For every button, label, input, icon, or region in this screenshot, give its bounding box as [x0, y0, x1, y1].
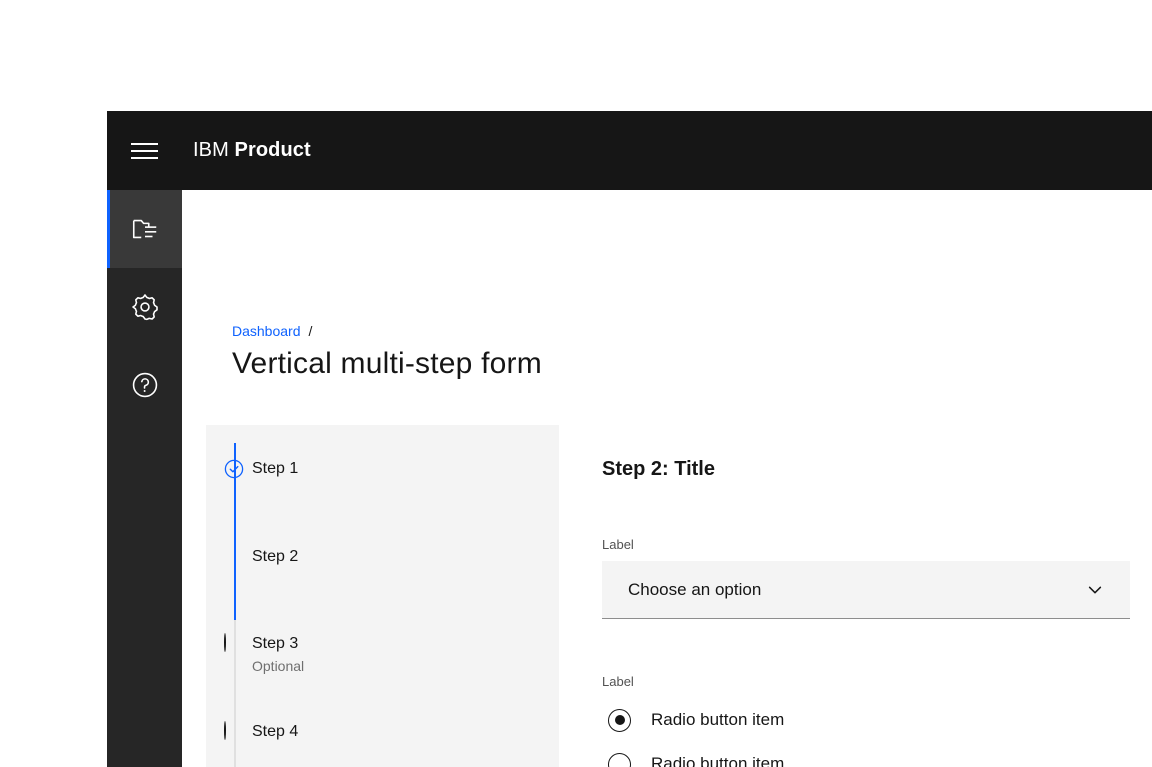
- brand-prefix: IBM: [193, 139, 229, 161]
- hamburger-bar: [130, 142, 158, 145]
- progress-step-label: Step 1: [252, 460, 299, 477]
- radio-button-icon[interactable]: [608, 708, 631, 732]
- progress-step-label: Step 3: [252, 635, 299, 652]
- breadcrumb-separator: /: [308, 323, 313, 339]
- hamburger-menu-icon[interactable]: [120, 127, 168, 175]
- brand-title[interactable]: IBM Product: [193, 139, 311, 162]
- incomplete-step-circle-icon: [224, 633, 244, 654]
- progress-step-4[interactable]: Step 4: [224, 721, 299, 743]
- sidebar-item-catalog[interactable]: [107, 190, 182, 268]
- radio-button-icon[interactable]: [608, 752, 631, 767]
- progress-step-label: Step 2: [252, 548, 299, 565]
- breadcrumb: Dashboard /: [232, 322, 312, 340]
- main-content: Dashboard / Vertical multi-step form Step…: [182, 190, 1152, 767]
- empty-circle: [224, 721, 226, 740]
- hamburger-bar: [130, 156, 158, 159]
- radio-option-label: Radio button item: [651, 710, 785, 729]
- progress-step-2[interactable]: Step 2: [252, 546, 298, 568]
- current-step-dot-icon: [224, 547, 244, 567]
- incomplete-step-circle-icon: [224, 721, 244, 742]
- folder-details-icon: [130, 214, 160, 244]
- step-form-pane: Step 2: Title Label Choose an option Lab…: [602, 425, 1152, 767]
- check-circle-icon: [224, 459, 244, 479]
- progress-step-list: Step 1 Step 2 Step 3 Optional Step 4: [206, 425, 559, 767]
- chevron-down-icon[interactable]: [1086, 581, 1104, 599]
- radio-group-label: Label: [602, 674, 634, 689]
- radio-option-label: Radio button item: [651, 754, 785, 767]
- form-heading: Step 2: Title: [602, 458, 715, 480]
- progress-step-3[interactable]: Step 3 Optional: [224, 633, 305, 676]
- empty-circle: [224, 633, 226, 652]
- help-circle-icon: [130, 370, 160, 400]
- select-dropdown[interactable]: Choose an option: [602, 561, 1130, 619]
- gear-icon: [130, 292, 160, 322]
- app-header: IBM Product: [107, 111, 1152, 190]
- select-field-label: Label: [602, 537, 634, 552]
- radio-option-1[interactable]: Radio button item: [602, 698, 1130, 742]
- progress-step-secondary-label: Optional: [252, 658, 305, 674]
- radio-option-2[interactable]: Radio button item: [602, 742, 1130, 767]
- breadcrumb-link-dashboard[interactable]: Dashboard: [232, 323, 301, 339]
- radio-button-group: Radio button item Radio button item Radi…: [602, 698, 1130, 767]
- select-selected-value: Choose an option: [628, 579, 762, 599]
- progress-indicator-panel: Step 1 Step 2 Step 3 Optional Step 4: [206, 425, 559, 767]
- sidebar-item-help[interactable]: [107, 346, 182, 424]
- app-window: IBM Product Dashboard / Vertical multi-s…: [107, 111, 1152, 767]
- progress-step-label: Step 4: [252, 723, 299, 740]
- progress-step-1[interactable]: Step 1: [224, 458, 299, 480]
- page-title: Vertical multi-step form: [232, 347, 542, 380]
- sidebar-item-settings[interactable]: [107, 268, 182, 346]
- sidebar-rail: [107, 190, 182, 767]
- hamburger-bar: [130, 149, 158, 152]
- brand-name: Product: [234, 139, 311, 161]
